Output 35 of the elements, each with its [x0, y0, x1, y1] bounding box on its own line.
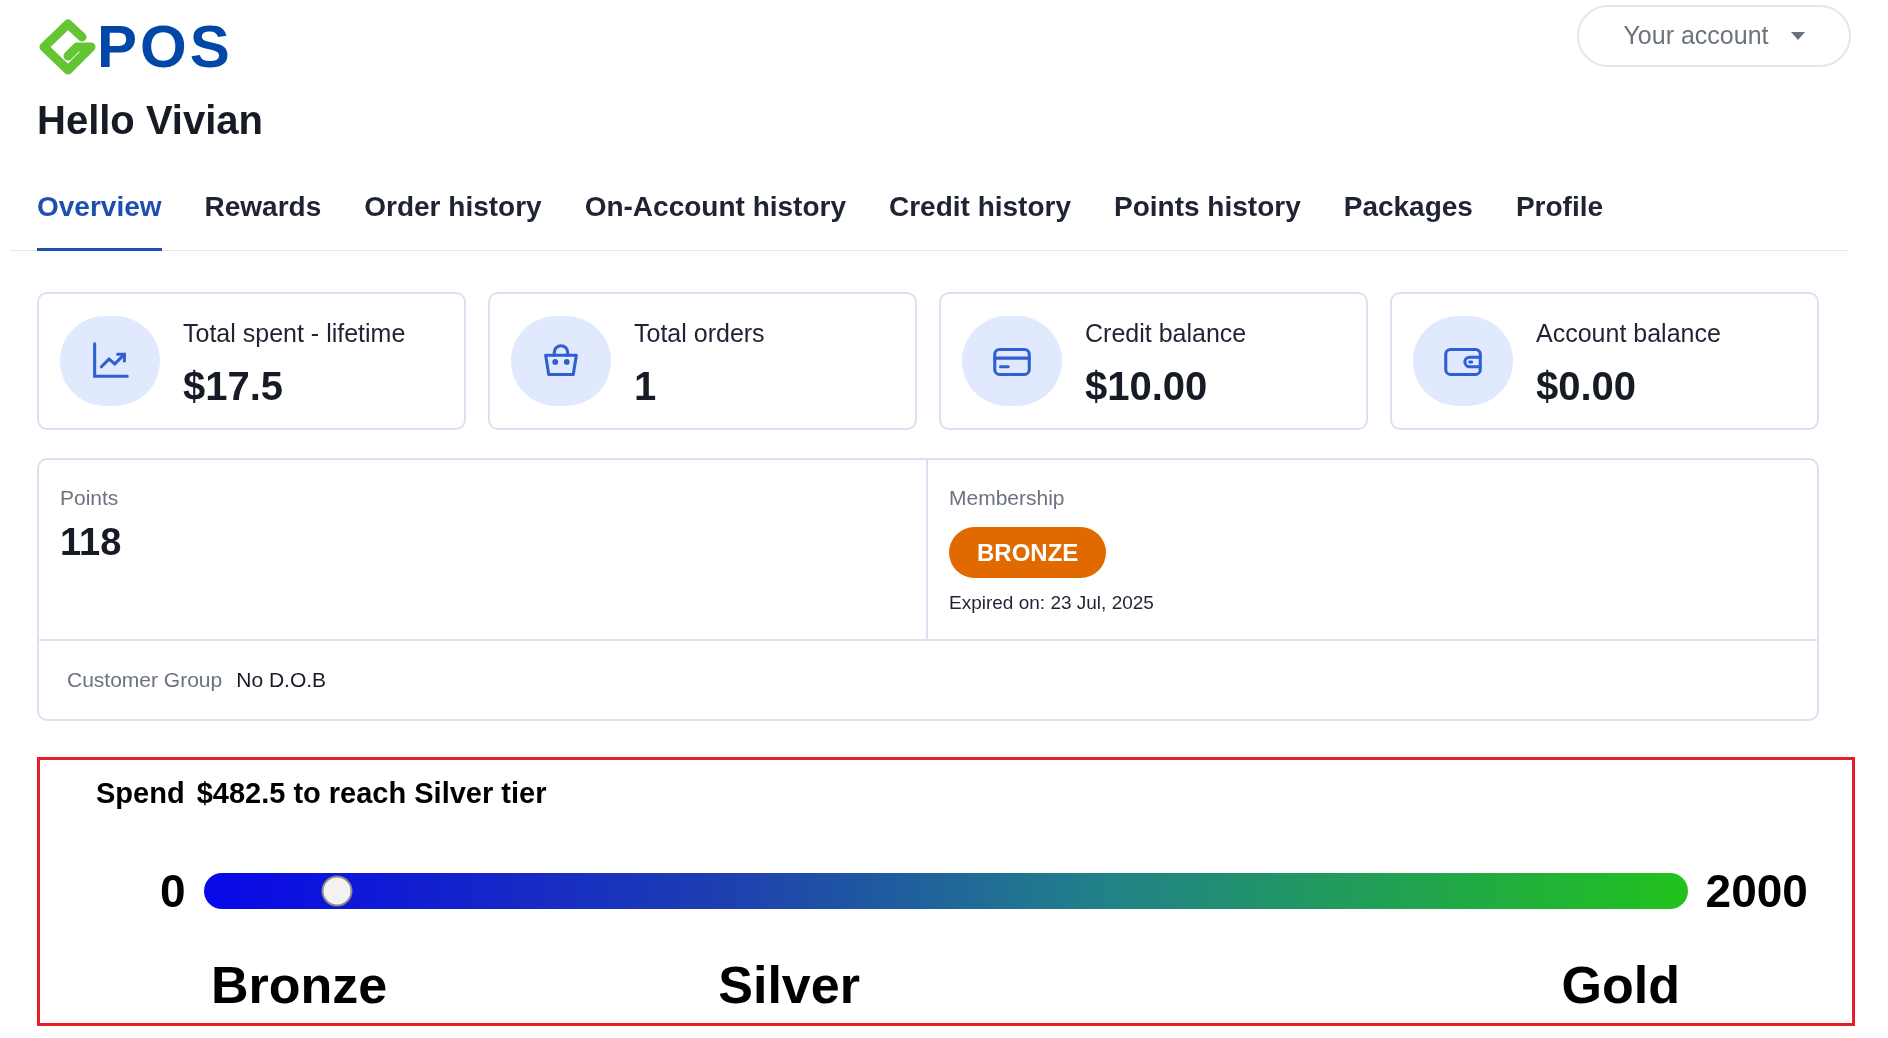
customer-group-value: No D.O.B — [236, 667, 327, 694]
tab[interactable]: Points history — [1114, 166, 1301, 251]
tab[interactable]: Credit history — [889, 166, 1071, 251]
account-button[interactable]: Your account — [1577, 5, 1851, 67]
tab[interactable]: Profile — [1515, 166, 1604, 251]
scale-min-label: 0 — [160, 863, 186, 919]
stat-label: Total spent - lifetime — [183, 318, 406, 348]
stat-value: 1 — [634, 363, 658, 410]
stat-value: $0.00 — [1536, 363, 1638, 410]
stat-label: Credit balance — [1085, 318, 1247, 348]
tab[interactable]: Rewards — [204, 166, 322, 251]
tab[interactable]: Order history — [364, 166, 542, 251]
tier-label: Gold — [1561, 955, 1680, 1015]
tier-label: Bronze — [211, 955, 388, 1015]
greeting-heading: Hello Vivian — [37, 97, 263, 144]
expiry-text: Expired on: 23 Jul, 2025 — [949, 591, 1154, 615]
stat-label: Account balance — [1536, 318, 1721, 348]
logo-text: POS — [97, 18, 233, 76]
tier-badge: BRONZE — [949, 527, 1107, 578]
slider-thumb[interactable] — [321, 875, 353, 907]
stat-label: Total orders — [634, 318, 765, 348]
stat-value: $10.00 — [1085, 363, 1209, 410]
membership-label: Membership — [949, 485, 1065, 511]
tab[interactable]: Packages — [1343, 166, 1473, 251]
points-label: Points — [60, 485, 119, 511]
tab[interactable]: On-Account history — [584, 166, 846, 251]
points-value: 118 — [60, 520, 122, 564]
stat-value: $17.5 — [183, 363, 285, 410]
customer-group-label: Customer Group — [67, 667, 223, 694]
tab[interactable]: Overview — [37, 166, 162, 251]
caret-icon — [1790, 32, 1805, 40]
spend-label: Spend — [96, 776, 185, 811]
spend-message: $482.5 to reach Silver tier — [196, 776, 547, 811]
tier-label: Silver — [718, 955, 860, 1015]
scale-max-label: 2000 — [1705, 863, 1808, 919]
